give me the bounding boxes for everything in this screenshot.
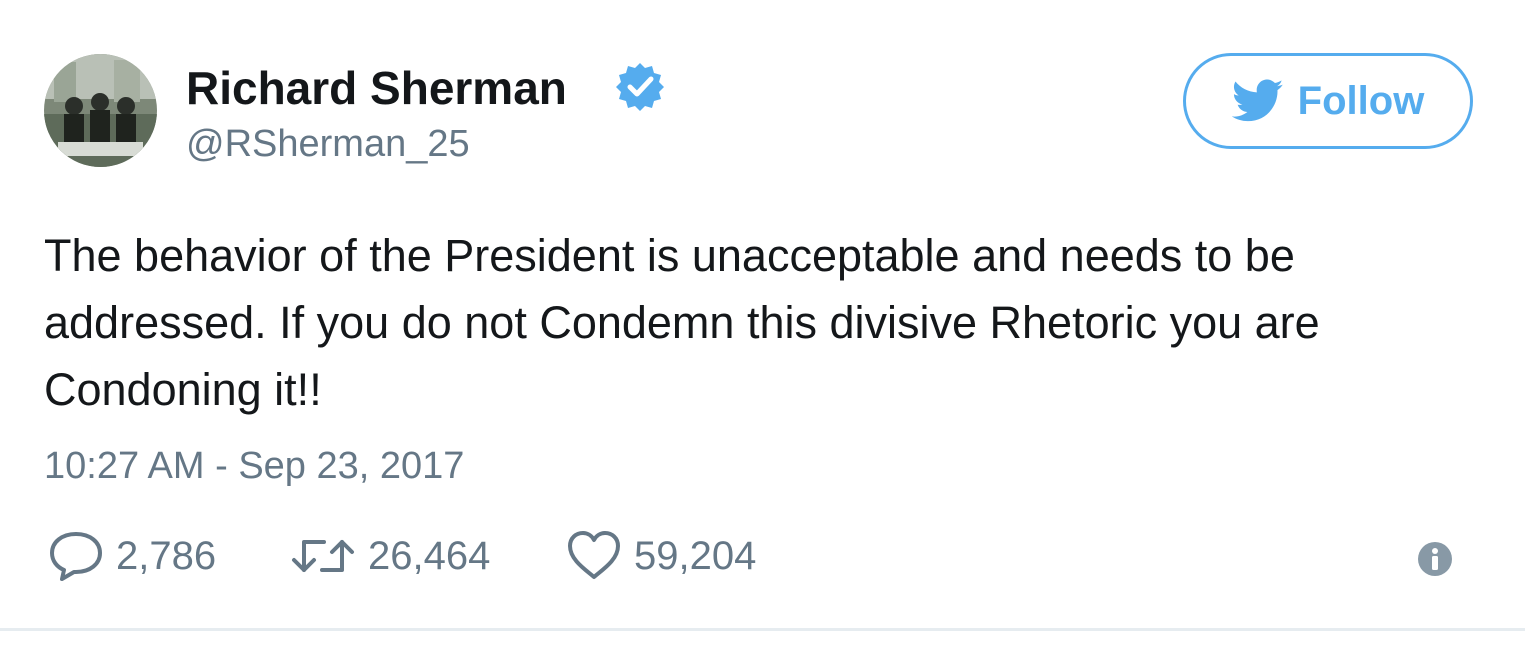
tweet-text: The behavior of the President is unaccep… bbox=[44, 230, 1320, 415]
heart-icon bbox=[568, 531, 620, 579]
verified-badge-icon bbox=[616, 63, 664, 111]
follow-button-label: Follow bbox=[1297, 78, 1425, 123]
retweet-button[interactable]: 26,464 bbox=[290, 528, 490, 584]
avatar-photo-icon bbox=[44, 54, 157, 167]
tweet-timestamp[interactable]: 10:27 AM - Sep 23, 2017 bbox=[44, 442, 464, 490]
reply-button[interactable]: 2,786 bbox=[48, 528, 216, 584]
retweet-count: 26,464 bbox=[368, 533, 491, 578]
reply-count: 2,786 bbox=[116, 533, 217, 578]
twitter-bird-icon bbox=[1231, 79, 1283, 122]
display-name[interactable]: Richard Sherman bbox=[186, 60, 567, 116]
retweet-icon bbox=[292, 540, 354, 572]
info-icon[interactable] bbox=[1416, 540, 1454, 578]
reply-icon bbox=[50, 532, 102, 581]
like-button[interactable]: 59,204 bbox=[566, 528, 756, 584]
tweet-card: Richard Sherman @RSherman_25 Follow The … bbox=[0, 0, 1525, 631]
divider bbox=[0, 628, 1525, 631]
follow-button[interactable]: Follow bbox=[1183, 53, 1473, 149]
like-count: 59,204 bbox=[634, 533, 757, 578]
avatar[interactable] bbox=[44, 54, 157, 167]
user-handle[interactable]: @RSherman_25 bbox=[186, 120, 470, 168]
